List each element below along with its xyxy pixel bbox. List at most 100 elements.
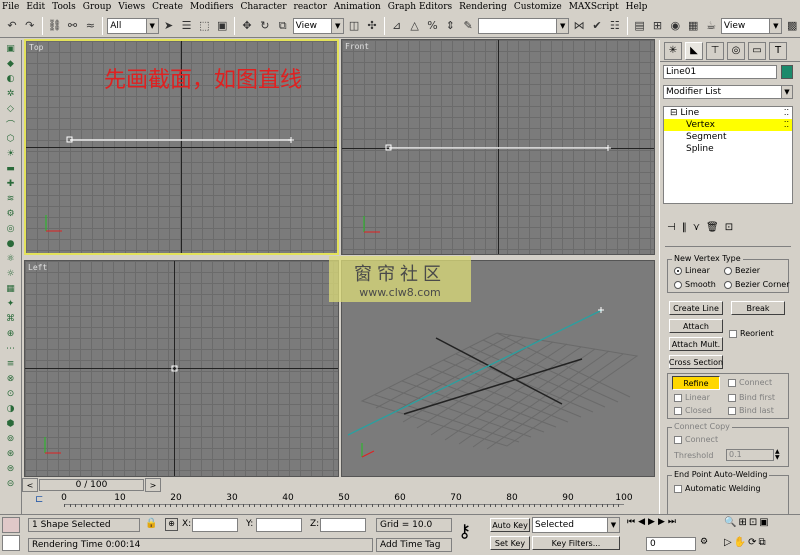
menu-character[interactable]: Character: [241, 2, 287, 12]
auto-key-button[interactable]: Auto Key: [490, 518, 530, 532]
current-frame-field[interactable]: 0: [646, 537, 696, 551]
arc-rotate-icon[interactable]: ⟳: [748, 537, 758, 548]
set-key-button[interactable]: Set Key: [490, 536, 530, 550]
material-editor-icon[interactable]: ◉: [667, 17, 683, 35]
shapes-tab-icon[interactable]: ◆: [3, 57, 19, 71]
modifier-list-dropdown[interactable]: Modifier List ▼: [663, 85, 793, 99]
menu-create[interactable]: Create: [152, 2, 183, 12]
menu-modifiers[interactable]: Modifiers: [190, 2, 234, 12]
schematic-view-icon[interactable]: ⊞: [650, 17, 666, 35]
attach-button[interactable]: Attach: [669, 319, 723, 333]
tool-j-icon[interactable]: ⊛: [3, 447, 19, 461]
dynamics-tab-icon[interactable]: ⬡: [3, 132, 19, 146]
automatic-welding-checkbox[interactable]: Automatic Welding: [674, 484, 761, 493]
key-mode-dropdown[interactable]: Selected ▼: [532, 517, 620, 533]
move-icon[interactable]: ✥: [239, 17, 255, 35]
hierarchy-tab-icon[interactable]: ⊤: [706, 41, 724, 60]
particles-tab-icon[interactable]: ✲: [3, 87, 19, 101]
redo-icon[interactable]: ↷: [22, 17, 38, 35]
reorient-checkbox[interactable]: Reorient: [729, 329, 774, 338]
spacewarps-tab-icon[interactable]: ≋: [3, 192, 19, 206]
patch-tab-icon[interactable]: ◇: [3, 102, 19, 116]
reactor-tab-icon[interactable]: ⚛: [3, 252, 19, 266]
create-tab-icon[interactable]: ✳: [664, 41, 682, 60]
display-tab-icon[interactable]: ▭: [748, 41, 766, 60]
modifiers-tab-icon[interactable]: ⚙: [3, 207, 19, 221]
align-icon[interactable]: ✔: [589, 17, 605, 35]
tool-h-icon[interactable]: ⬢: [3, 417, 19, 431]
custom-tab-icon[interactable]: ✦: [3, 297, 19, 311]
quick-render-icon[interactable]: ☕: [703, 17, 719, 35]
undo-icon[interactable]: ↶: [4, 17, 20, 35]
time-slider-thumb[interactable]: 0 / 100: [39, 479, 144, 491]
scale-icon[interactable]: ⧉: [275, 17, 291, 35]
menu-maxscript[interactable]: MAXScript: [569, 2, 619, 12]
tool-d-icon[interactable]: ≡: [3, 357, 19, 371]
maxscript-listener-icon[interactable]: [2, 517, 20, 533]
selection-filter-dropdown[interactable]: All ▼: [107, 17, 159, 34]
tool-a-icon[interactable]: ⌘: [3, 312, 19, 326]
maxscript-mini-listener[interactable]: [2, 535, 20, 551]
viewport-front[interactable]: Front: [341, 39, 655, 255]
tool-g-icon[interactable]: ◑: [3, 402, 19, 416]
select-manipulate-icon[interactable]: ✣: [364, 17, 380, 35]
pin-stack-icon[interactable]: ⊣: [667, 222, 676, 233]
tool-i-icon[interactable]: ⊚: [3, 432, 19, 446]
menu-tools[interactable]: Tools: [52, 2, 76, 12]
menu-animation[interactable]: Animation: [334, 2, 381, 12]
menu-reactor[interactable]: reactor: [294, 2, 327, 12]
go-to-end-icon[interactable]: ⏭: [668, 517, 679, 527]
show-end-result-icon[interactable]: ‖: [682, 222, 687, 233]
maximize-toggle-icon[interactable]: ⧉: [759, 537, 768, 548]
stack-item-segment[interactable]: Segment: [664, 131, 792, 143]
tool-e-icon[interactable]: ⊗: [3, 372, 19, 386]
percent-snap-icon[interactable]: %: [425, 17, 441, 35]
bezier-corner-radio[interactable]: Bezier Corner: [724, 280, 790, 289]
stack-item-line[interactable]: ⊟ Line ⁚⁚: [664, 107, 792, 119]
bind-spacewarp-icon[interactable]: ≈: [82, 17, 98, 35]
pan-icon[interactable]: ✋: [734, 537, 748, 548]
spinner-arrows-icon[interactable]: ▲ ▼: [775, 449, 780, 461]
prev-key-icon[interactable]: ◀: [638, 517, 648, 527]
track-bar[interactable]: ⊏ 0 10 20 30 40 50 60 70 80 90 100: [22, 492, 659, 514]
menu-views[interactable]: Views: [118, 2, 145, 12]
select-link-icon[interactable]: ⛓: [47, 17, 63, 35]
objects-tab-icon[interactable]: ▣: [3, 42, 19, 56]
z-coord-field[interactable]: [320, 518, 366, 532]
select-object-icon[interactable]: ➤: [161, 17, 177, 35]
threshold-spinner[interactable]: 0.1: [726, 449, 774, 461]
menu-edit[interactable]: Edit: [26, 2, 45, 12]
light-bulb-icon[interactable]: ⁚⁚: [784, 107, 789, 119]
tool-l-icon[interactable]: ⊝: [3, 477, 19, 491]
linear-radio[interactable]: Linear: [674, 266, 710, 275]
break-button[interactable]: Break: [731, 301, 785, 315]
connect-checkbox[interactable]: Connect: [728, 378, 772, 387]
mirror-icon[interactable]: ⋈: [571, 17, 587, 35]
render-last-icon[interactable]: ▩: [784, 17, 800, 35]
nurbs-tab-icon[interactable]: ⌒: [3, 117, 19, 131]
helpers-tab-icon[interactable]: ✚: [3, 177, 19, 191]
compounds-tab-icon[interactable]: ◐: [3, 72, 19, 86]
create-line-button[interactable]: Create Line: [669, 301, 723, 315]
next-key-icon[interactable]: ▶: [658, 517, 668, 527]
play-icon[interactable]: ▶: [648, 517, 658, 527]
remove-modifier-icon[interactable]: 🗑: [706, 222, 719, 233]
field-of-view-icon[interactable]: ▷: [724, 537, 734, 548]
linear-checkbox[interactable]: Linear: [674, 393, 710, 402]
configure-sets-icon[interactable]: ⊡: [725, 222, 733, 233]
lock-icon[interactable]: 🔒: [145, 518, 157, 529]
track-bar-icon[interactable]: ⊏: [35, 494, 43, 505]
pivot-center-icon[interactable]: ◫: [346, 17, 362, 35]
named-selection-dropdown[interactable]: ▼: [478, 17, 570, 34]
tool-f-icon[interactable]: ⊙: [3, 387, 19, 401]
prev-frame-icon[interactable]: <: [22, 478, 38, 492]
connect-copy-checkbox[interactable]: Connect: [674, 435, 718, 444]
bezier-radio[interactable]: Bezier: [724, 266, 760, 275]
extras-tab-icon[interactable]: ☼: [3, 267, 19, 281]
utilities-tab-icon[interactable]: T: [769, 41, 787, 60]
tool-k-icon[interactable]: ⊜: [3, 462, 19, 476]
motion-tab-icon[interactable]: ◎: [727, 41, 745, 60]
menu-rendering[interactable]: Rendering: [459, 2, 507, 12]
smooth-radio[interactable]: Smooth: [674, 280, 716, 289]
bind-last-checkbox[interactable]: Bind last: [728, 406, 774, 415]
